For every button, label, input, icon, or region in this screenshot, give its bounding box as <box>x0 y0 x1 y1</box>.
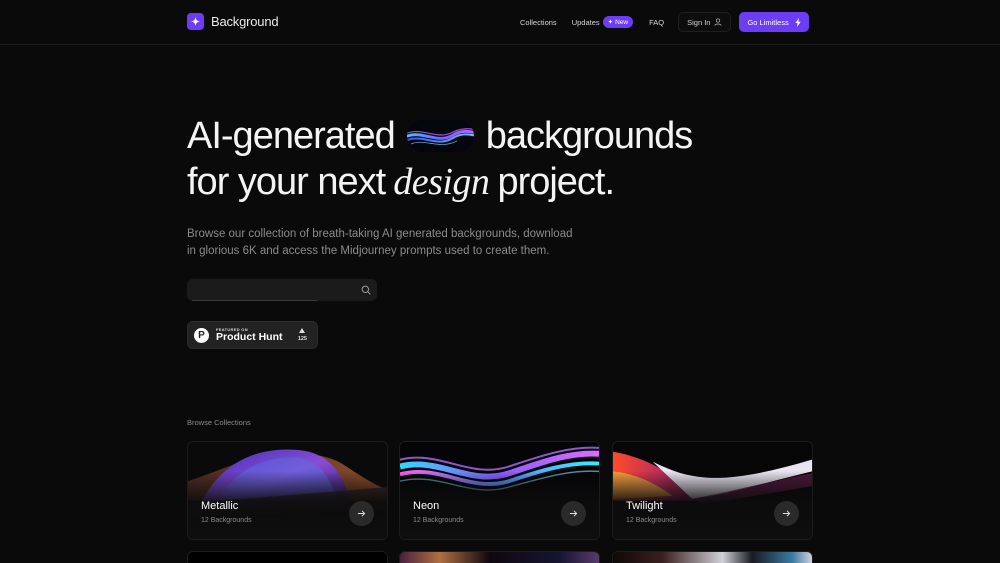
collection-title: Neon <box>413 500 440 512</box>
go-limitless-button[interactable]: Go Limitless <box>739 12 809 32</box>
hero-title-line-1: AI-generated backgrounds <box>187 113 694 159</box>
nav-collections-link[interactable]: Collections <box>520 18 557 27</box>
new-badge: ✦ New <box>602 16 634 28</box>
collection-card-twilight[interactable]: Twilight 12 Backgrounds <box>612 441 813 540</box>
lightning-icon <box>795 17 801 27</box>
collection-title: Metallic <box>201 500 239 512</box>
sign-in-label: Sign In <box>687 17 711 27</box>
hero-title-ai-generated: AI-generated <box>187 115 396 157</box>
hero-title-line-2: for your next design project. <box>187 159 692 205</box>
partial-card-artwork <box>400 552 599 563</box>
product-hunt-votes: 125 <box>298 328 307 342</box>
arrow-right-icon <box>782 510 791 517</box>
search-icon[interactable] <box>361 285 371 295</box>
brand-logo-link[interactable]: Background <box>187 13 279 30</box>
collection-card-partial[interactable] <box>187 551 388 563</box>
collection-count: 12 Backgrounds <box>201 517 252 524</box>
search-field[interactable] <box>187 279 377 301</box>
nav-links: Collections Updates ✦ New FAQ Sign In Go… <box>520 12 809 32</box>
nav-faq-link[interactable]: FAQ <box>649 18 664 27</box>
search-underline <box>192 300 317 301</box>
upvote-icon <box>299 328 306 333</box>
hero-title: AI-generated backgrounds for your next d… <box>187 113 694 205</box>
arrow-right-icon <box>357 510 366 517</box>
product-hunt-name: Product Hunt <box>216 331 283 343</box>
collection-count: 12 Backgrounds <box>626 517 677 524</box>
nav-updates-link[interactable]: Updates ✦ New <box>571 16 634 28</box>
plus-icon: ✦ <box>607 19 614 26</box>
arrow-right-icon <box>569 510 578 517</box>
brand-name: Background <box>211 14 279 29</box>
open-collection-button[interactable] <box>349 501 374 526</box>
partial-card-artwork <box>613 552 812 563</box>
hero-inline-image <box>406 120 474 152</box>
collection-card-partial[interactable] <box>612 551 813 563</box>
hero-title-for-your-next: for your next <box>187 161 386 203</box>
nav-updates-label: Updates <box>571 17 600 27</box>
hero-description: Browse our collection of breath-taking A… <box>187 228 573 257</box>
go-limitless-label: Go Limitless <box>747 17 789 27</box>
open-collection-button[interactable] <box>561 501 586 526</box>
hero-title-design: design <box>393 161 490 203</box>
collection-card-partial[interactable] <box>399 551 600 563</box>
product-hunt-logo-icon: P <box>194 327 209 343</box>
search-input[interactable] <box>187 279 352 301</box>
browse-collections-label: Browse Collections <box>187 418 251 427</box>
sparkle-logo-icon <box>187 13 204 30</box>
product-hunt-vote-count: 125 <box>297 336 307 342</box>
product-hunt-badge[interactable]: P FEATURED ON Product Hunt 125 <box>187 321 318 349</box>
open-collection-button[interactable] <box>774 501 799 526</box>
collection-title: Twilight <box>626 500 663 512</box>
hero-title-backgrounds: backgrounds <box>485 115 694 157</box>
partial-card-artwork <box>188 552 387 563</box>
new-badge-label: New <box>615 18 629 26</box>
top-nav: Background Collections Updates ✦ New FAQ… <box>0 0 1000 45</box>
collection-card-neon[interactable]: Neon 12 Backgrounds <box>399 441 600 540</box>
hero-title-project: project. <box>497 161 615 203</box>
collection-count: 12 Backgrounds <box>413 517 464 524</box>
collection-card-metallic[interactable]: Metallic 12 Backgrounds <box>187 441 388 540</box>
sign-in-button[interactable]: Sign In <box>678 12 732 32</box>
user-icon <box>714 18 723 26</box>
product-hunt-text: FEATURED ON Product Hunt <box>216 327 283 343</box>
